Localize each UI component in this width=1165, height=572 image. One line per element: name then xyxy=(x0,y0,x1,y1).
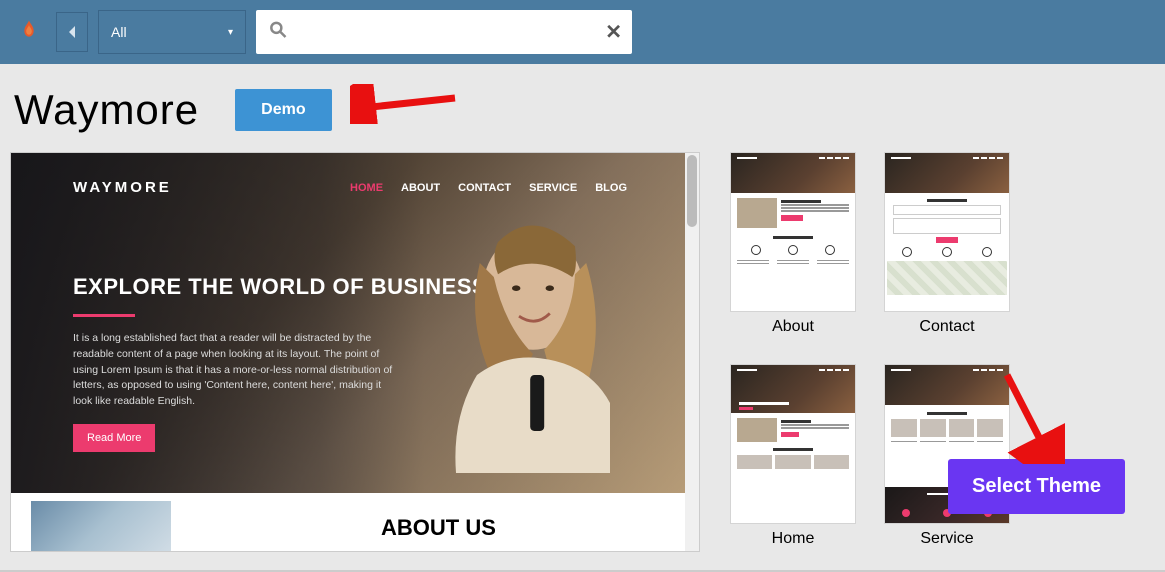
preview-logo: WAYMORE xyxy=(73,179,172,196)
top-toolbar: All ▾ ✕ xyxy=(0,0,1165,64)
annotation-arrow-select-theme xyxy=(995,369,1065,464)
nav-link: CONTACT xyxy=(458,182,511,194)
filter-label: All xyxy=(111,24,127,40)
headline-underline xyxy=(73,314,135,317)
clear-search-icon[interactable]: ✕ xyxy=(605,20,622,45)
preview-hero: WAYMORE HOME ABOUT CONTACT SERVICE BLOG … xyxy=(11,153,699,493)
thumbnail-label: About xyxy=(730,312,856,336)
about-heading: ABOUT US xyxy=(381,515,496,541)
thumbnail-label: Contact xyxy=(884,312,1010,336)
search-input[interactable] xyxy=(256,10,632,54)
demo-button[interactable]: Demo xyxy=(235,89,331,131)
thumbnail-label: Home xyxy=(730,524,856,548)
preview-nav-links: HOME ABOUT CONTACT SERVICE BLOG xyxy=(350,182,627,194)
nav-link: HOME xyxy=(350,182,383,194)
title-row: Waymore Demo xyxy=(0,64,1165,152)
search-icon xyxy=(268,20,288,45)
preview-paragraph: It is a long established fact that a rea… xyxy=(73,331,403,410)
preview-scrollbar[interactable] xyxy=(685,153,699,551)
nav-link: SERVICE xyxy=(529,182,577,194)
theme-preview-frame[interactable]: WAYMORE HOME ABOUT CONTACT SERVICE BLOG … xyxy=(10,152,700,552)
category-filter-dropdown[interactable]: All ▾ xyxy=(98,10,246,54)
thumbnail-service[interactable]: Service xyxy=(884,364,1010,548)
search-wrapper: ✕ xyxy=(256,10,632,54)
preview-about-section: ABOUT US xyxy=(11,493,699,552)
app-logo-icon xyxy=(12,15,46,49)
nav-link: ABOUT xyxy=(401,182,440,194)
hero-person-image xyxy=(379,193,659,473)
chevron-left-icon xyxy=(67,25,77,39)
about-image xyxy=(31,501,171,551)
select-theme-button[interactable]: Select Theme xyxy=(948,459,1125,514)
thumbnail-label: Service xyxy=(884,524,1010,548)
thumbnail-about[interactable]: About xyxy=(730,152,856,336)
page-title: Waymore xyxy=(14,86,199,134)
read-more-button: Read More xyxy=(73,424,155,452)
annotation-arrow-demo xyxy=(350,84,460,124)
back-button[interactable] xyxy=(56,12,88,52)
thumbnail-contact[interactable]: Contact xyxy=(884,152,1010,336)
thumbnail-home[interactable]: Home xyxy=(730,364,856,548)
nav-link: BLOG xyxy=(595,182,627,194)
chevron-down-icon: ▾ xyxy=(228,27,233,38)
